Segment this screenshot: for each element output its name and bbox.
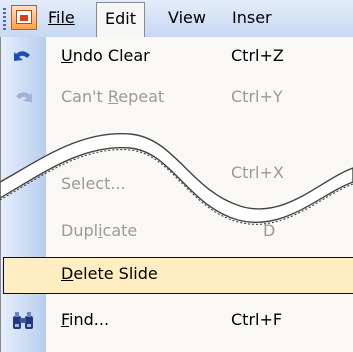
undo-icon [14,51,30,61]
find-shortcut: Ctrl+F [231,310,283,329]
menu-item-highlight [3,257,353,294]
menu-item-undo[interactable]: Undo Clear Ctrl+Z [1,37,353,78]
undo-shortcut: Ctrl+Z [231,46,284,65]
menu-insert[interactable]: Inser [224,2,280,34]
delete-slide-label: Delete Slide [61,264,158,283]
undo-label: Undo Clear [61,46,150,65]
find-label: Find... [61,310,110,329]
menu-file[interactable]: File [40,2,83,34]
binoculars-icon [13,312,33,329]
powerpoint-app-icon[interactable] [11,5,37,30]
menu-bar: File Edit View Inser [0,0,353,38]
torn-edge-decoration [0,132,353,225]
repeat-label: Can't Repeat [61,87,165,106]
menu-edit[interactable]: Edit [96,2,145,38]
menu-item-repeat[interactable]: Can't Repeat Ctrl+Y [1,78,353,119]
menu-view[interactable]: View [160,2,214,34]
repeat-icon [16,92,32,102]
repeat-shortcut: Ctrl+Y [231,87,283,106]
toolbar-grip-handle[interactable] [3,8,6,30]
menu-item-delete-slide[interactable]: Delete Slide [1,255,353,296]
menu-item-find[interactable]: Find... Ctrl+F [1,301,353,342]
